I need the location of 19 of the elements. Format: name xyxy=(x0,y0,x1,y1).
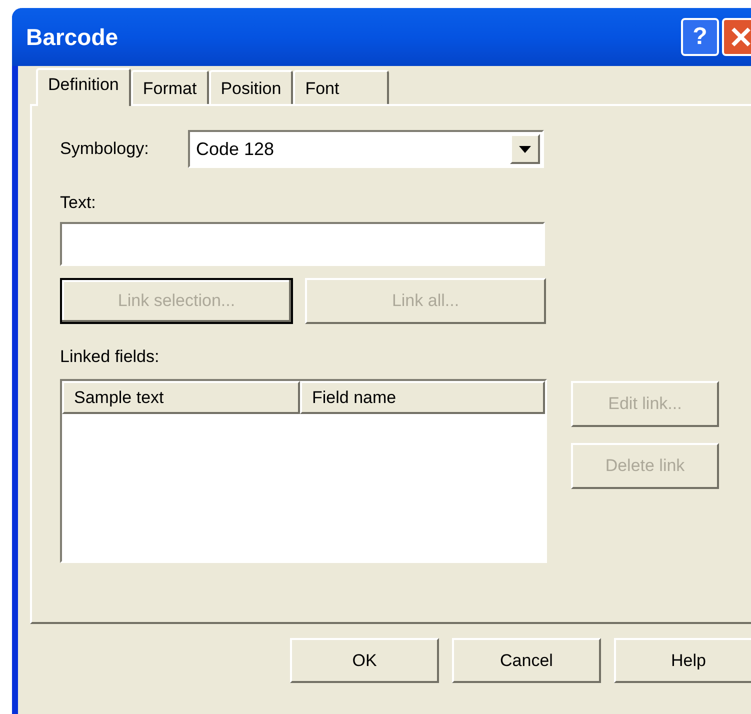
column-header[interactable]: Sample text xyxy=(62,381,300,414)
field-label: Linked fields: xyxy=(60,346,160,368)
column-header[interactable]: Field name xyxy=(300,381,545,414)
field-label: Text: xyxy=(60,192,97,214)
close-icon xyxy=(730,26,751,48)
tab[interactable]: Position xyxy=(208,70,294,104)
symbology-dropdown[interactable]: Code 128 xyxy=(188,130,544,168)
window-title: Barcode xyxy=(26,22,120,52)
dialog-button[interactable]: Cancel xyxy=(452,638,601,683)
tab[interactable]: Format xyxy=(130,70,209,104)
linked-fields-list[interactable]: Sample text Field name xyxy=(60,379,547,563)
tab[interactable]: Font xyxy=(293,70,390,104)
help-button[interactable]: ? xyxy=(681,18,719,56)
dialog-button[interactable]: Help xyxy=(614,638,751,683)
text-input-field[interactable] xyxy=(60,222,545,266)
field-label: Symbology: xyxy=(60,138,150,160)
tab[interactable]: Definition xyxy=(36,68,131,106)
dialog-button[interactable]: OK xyxy=(290,638,439,683)
close-button[interactable] xyxy=(722,18,751,56)
